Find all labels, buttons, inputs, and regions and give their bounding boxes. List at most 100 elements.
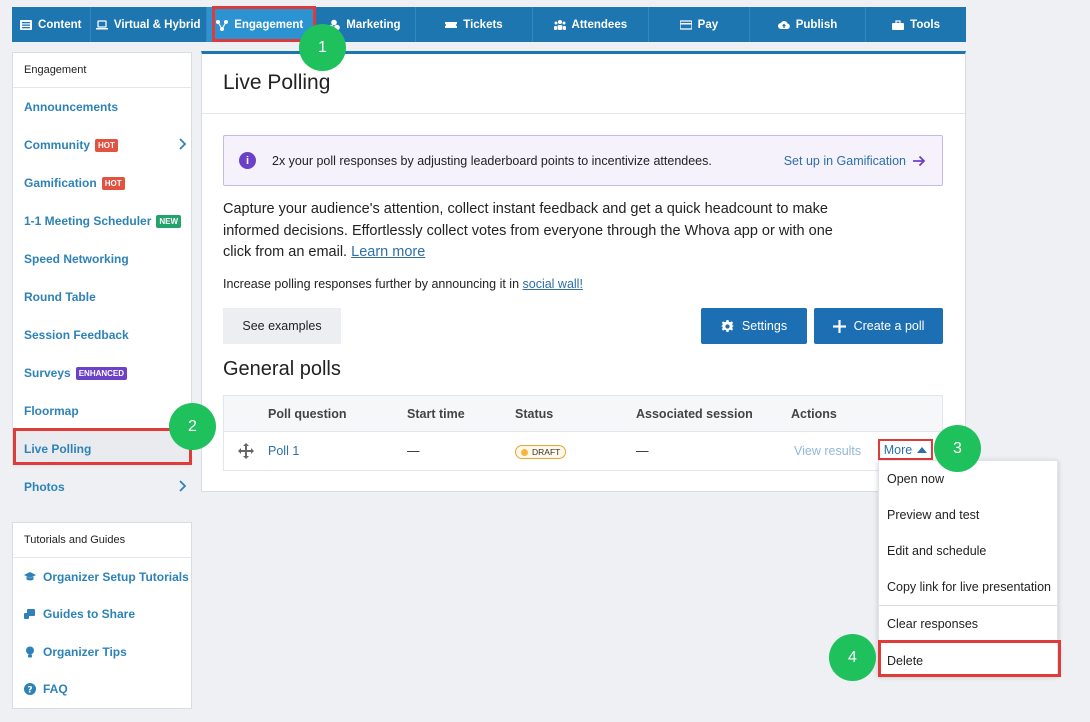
nav-label: Tickets [463, 18, 503, 31]
share-guide-icon [24, 609, 35, 620]
nav-publish[interactable]: Publish [750, 7, 867, 42]
create-poll-button[interactable]: Create a poll [814, 308, 943, 344]
menu-item-copy-link[interactable]: Copy link for live presentation [879, 569, 1057, 605]
tutorials-sidebar: Tutorials and Guides Organizer Setup Tut… [12, 522, 192, 709]
learn-more-link[interactable]: Learn more [351, 244, 425, 260]
menu-item-edit-schedule[interactable]: Edit and schedule [879, 533, 1057, 569]
sidebar-item-label: Community [24, 138, 90, 152]
sidebar-item-session-feedback[interactable]: Session Feedback [13, 316, 191, 354]
gamification-info-banner: i 2x your poll responses by adjusting le… [223, 135, 943, 186]
nav-tools[interactable]: Tools [866, 7, 966, 42]
tutorial-item-tips[interactable]: Organizer Tips [13, 633, 191, 671]
cloud-upload-icon [777, 20, 790, 29]
tutorial-item-label: Guides to Share [43, 607, 136, 622]
setup-gamification-link[interactable]: Set up in Gamification [784, 154, 926, 168]
more-label: More [883, 442, 913, 457]
poll-question-link[interactable]: Poll 1 [268, 444, 299, 458]
content-icon [20, 19, 33, 30]
status-badge: DRAFT [515, 445, 567, 459]
column-header: Start time [407, 407, 465, 421]
toolbox-icon [892, 19, 905, 30]
column-header: Actions [791, 407, 837, 421]
laptop-icon [95, 19, 108, 29]
link-label: Set up in Gamification [783, 153, 906, 168]
sidebar-item-round-table[interactable]: Round Table [13, 278, 191, 316]
step-marker-4: 4 [829, 634, 876, 681]
sidebar-item-announcements[interactable]: Announcements [13, 88, 191, 126]
social-wall-link[interactable]: social wall! [523, 277, 583, 291]
view-results-link[interactable]: View results [794, 444, 861, 458]
note-text: Increase polling responses further by an… [223, 277, 520, 291]
nav-label: Marketing [346, 18, 401, 31]
settings-button[interactable]: Settings [701, 308, 807, 344]
engagement-sidebar: Engagement Announcements Community HOT G… [12, 52, 192, 494]
sidebar-item-photos[interactable]: Photos [13, 468, 191, 506]
settings-label: Settings [741, 319, 788, 333]
tutorial-item-guides[interactable]: Guides to Share [13, 596, 191, 634]
sidebar-item-meeting-scheduler[interactable]: 1-1 Meeting Scheduler NEW [13, 202, 191, 240]
polls-table: Poll question Start time Status Associat… [223, 395, 943, 471]
nav-label: Virtual & Hybrid [113, 18, 201, 31]
table-row: Poll 1 — DRAFT — View results More [224, 432, 942, 470]
drag-handle-icon[interactable] [238, 443, 254, 459]
chevron-right-icon[interactable] [178, 138, 187, 150]
card-icon [679, 19, 692, 30]
nav-label: Content [38, 18, 82, 31]
sidebar-item-label: Surveys [24, 366, 71, 380]
step-marker-1: 1 [299, 24, 346, 71]
caret-up-icon [917, 446, 928, 453]
sidebar-item-label: Round Table [24, 290, 96, 304]
page-title: Live Polling [223, 71, 331, 94]
step-marker-2: 2 [169, 403, 216, 450]
sidebar-item-label: Announcements [24, 100, 119, 114]
gear-icon [720, 319, 734, 332]
attendees-icon [553, 19, 566, 30]
tutorial-item-faq[interactable]: ? FAQ [13, 671, 191, 709]
sidebar-item-label: Photos [24, 480, 65, 494]
nav-tickets[interactable]: Tickets [416, 7, 533, 42]
sidebar-item-surveys[interactable]: Surveys ENHANCED [13, 354, 191, 392]
more-button[interactable]: More [878, 439, 933, 460]
graduation-cap-icon [24, 571, 36, 581]
sidebar-item-speed-networking[interactable]: Speed Networking [13, 240, 191, 278]
plus-icon [832, 319, 846, 333]
sidebar-item-label: Gamification [24, 176, 97, 190]
nav-pay[interactable]: Pay [649, 7, 750, 42]
nav-attendees[interactable]: Attendees [533, 7, 649, 42]
nav-virtual-hybrid[interactable]: Virtual & Hybrid [91, 7, 207, 42]
sidebar-item-community[interactable]: Community HOT [13, 126, 191, 164]
sidebar-item-label: Session Feedback [24, 328, 129, 342]
column-header: Associated session [636, 407, 753, 421]
svg-text:?: ? [27, 686, 32, 696]
see-examples-button[interactable]: See examples [223, 308, 341, 344]
status-label: DRAFT [532, 447, 561, 457]
general-polls-title: General polls [223, 358, 341, 380]
ticket-icon [445, 21, 458, 28]
nav-label: Tools [910, 18, 940, 31]
arrow-right-icon [913, 155, 926, 166]
create-poll-label: Create a poll [853, 319, 925, 333]
sidebar-item-label: Speed Networking [24, 252, 129, 266]
start-time-cell: — [407, 444, 420, 458]
lightbulb-icon [26, 646, 34, 658]
nav-label: Attendees [571, 18, 628, 31]
tutorial-item-label: FAQ [43, 682, 68, 697]
tutorial-item-label: Organizer Tips [43, 644, 127, 659]
column-header: Status [515, 407, 554, 421]
info-text: 2x your poll responses by adjusting lead… [272, 153, 712, 168]
nav-content[interactable]: Content [12, 7, 91, 42]
sidebar-heading: Engagement [13, 53, 191, 88]
tutorial-item-label: Organizer Setup Tutorials [43, 569, 189, 584]
menu-item-clear-responses[interactable]: Clear responses [879, 606, 1057, 642]
question-circle-icon: ? [24, 683, 36, 696]
social-wall-note: Increase polling responses further by an… [223, 277, 583, 291]
menu-item-preview[interactable]: Preview and test [879, 497, 1057, 533]
hot-badge: HOT [101, 176, 125, 190]
sidebar-item-floormap[interactable]: Floormap [13, 392, 191, 430]
step-marker-3: 3 [934, 425, 981, 472]
chevron-right-icon[interactable] [178, 480, 187, 492]
divider [202, 113, 965, 114]
tutorial-item-setup[interactable]: Organizer Setup Tutorials [13, 558, 191, 596]
sidebar-item-gamification[interactable]: Gamification HOT [13, 164, 191, 202]
new-badge: NEW [156, 214, 182, 228]
